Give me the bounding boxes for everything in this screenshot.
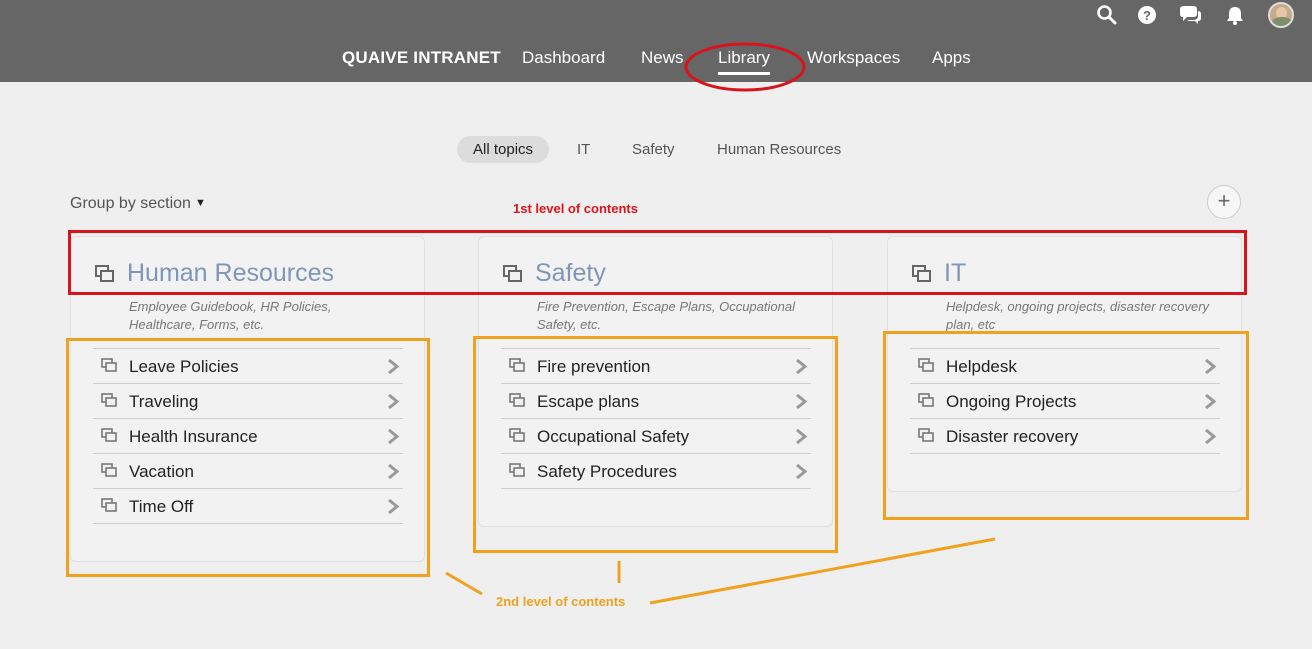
- card-description: Helpdesk, ongoing projects, disaster rec…: [946, 299, 1210, 332]
- nav-item-dashboard[interactable]: Dashboard: [522, 48, 605, 68]
- main-nav: QUAIVE INTRANET Dashboard News Library W…: [0, 48, 1312, 75]
- search-icon[interactable]: [1096, 4, 1118, 26]
- nav-item-news[interactable]: News: [641, 48, 684, 68]
- group-by-label: Group by section: [70, 195, 191, 212]
- svg-text:?: ?: [1143, 8, 1151, 23]
- annotation-second-level-box: [66, 338, 430, 577]
- topic-human-resources[interactable]: Human Resources: [717, 136, 841, 163]
- annotation-second-level-box: [473, 336, 838, 553]
- topic-safety[interactable]: Safety: [632, 136, 675, 163]
- nav-item-library[interactable]: Library: [718, 48, 770, 75]
- annotation-second-level-label: 2nd level of contents: [496, 594, 626, 609]
- chat-icon[interactable]: [1178, 4, 1202, 26]
- bell-icon[interactable]: [1224, 4, 1246, 26]
- annotation-second-level-box: [883, 331, 1249, 520]
- topic-filter: All topics IT Safety Human Resources: [0, 136, 1312, 163]
- annotation-first-level-label: 1st level of contents: [513, 201, 638, 216]
- group-by-dropdown[interactable]: Group by section ▼: [70, 195, 206, 213]
- add-button[interactable]: +: [1207, 185, 1241, 219]
- caret-down-icon: ▼: [194, 197, 206, 209]
- help-icon[interactable]: ?: [1136, 4, 1158, 26]
- topic-it[interactable]: IT: [577, 136, 590, 163]
- nav-item-apps[interactable]: Apps: [932, 48, 971, 68]
- card-description: Fire Prevention, Escape Plans, Occupatio…: [537, 299, 795, 332]
- card-description: Employee Guidebook, HR Policies, Healthc…: [129, 299, 332, 332]
- brand-logo[interactable]: QUAIVE INTRANET: [342, 48, 501, 68]
- nav-item-workspaces[interactable]: Workspaces: [807, 48, 900, 68]
- annotation-first-level-box: [68, 230, 1247, 295]
- top-navigation-bar: QUAIVE INTRANET Dashboard News Library W…: [0, 0, 1312, 82]
- annotation-connector: [445, 571, 483, 596]
- avatar[interactable]: [1268, 2, 1294, 28]
- topic-all[interactable]: All topics: [457, 136, 550, 163]
